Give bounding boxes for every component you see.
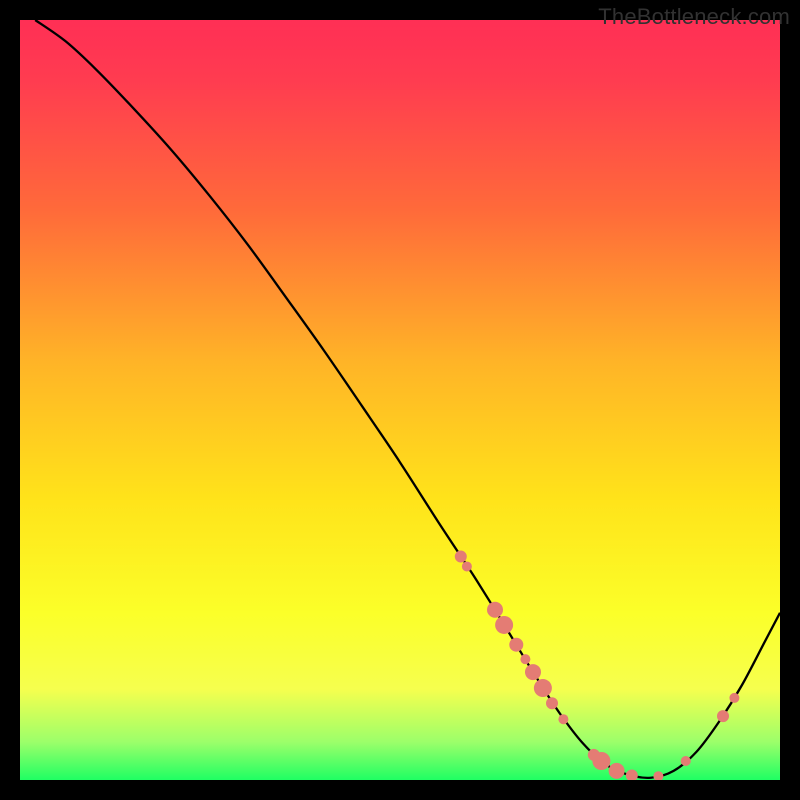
sample-point <box>626 769 638 780</box>
sample-point <box>520 654 530 664</box>
sample-point <box>592 752 610 770</box>
sample-point <box>609 763 625 779</box>
watermark-text: TheBottleneck.com <box>598 4 790 30</box>
sample-point <box>681 756 691 766</box>
sample-points-group <box>455 551 740 780</box>
sample-point <box>462 561 472 571</box>
sample-point <box>729 693 739 703</box>
plot-area <box>20 20 780 780</box>
chart-svg <box>20 20 780 780</box>
sample-point <box>455 551 467 563</box>
sample-point <box>653 771 663 780</box>
sample-point <box>534 679 552 697</box>
chart-container: TheBottleneck.com <box>0 0 800 800</box>
sample-point <box>495 616 513 634</box>
bottleneck-curve <box>35 20 780 778</box>
sample-point <box>717 710 729 722</box>
sample-point <box>525 664 541 680</box>
sample-point <box>558 714 568 724</box>
sample-point <box>487 602 503 618</box>
sample-point <box>546 697 558 709</box>
sample-point <box>509 638 523 652</box>
